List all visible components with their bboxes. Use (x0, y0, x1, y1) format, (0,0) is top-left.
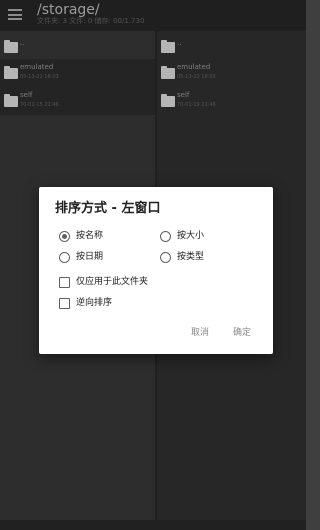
sort-dialog: 排序方式 - 左窗口 按名称 按大小 按日期 按类型 仅应用于此文件夹 逆向排序… (39, 187, 273, 354)
checkbox-icon (59, 298, 70, 309)
cancel-button[interactable]: 取消 (191, 327, 209, 339)
option-label: 按名称 (76, 231, 104, 241)
radio-selected-icon (59, 231, 70, 242)
option-label: 按日期 (76, 252, 104, 262)
option-label: 按大小 (177, 231, 205, 241)
dialog-title: 排序方式 - 左窗口 (55, 201, 161, 216)
radio-icon (160, 252, 171, 263)
ok-button[interactable]: 确定 (233, 327, 251, 339)
radio-icon (160, 231, 171, 242)
option-label: 按类型 (177, 252, 205, 262)
checkbox-label: 逆向排序 (76, 298, 113, 308)
checkbox-icon (59, 277, 70, 288)
checkbox-label: 仅应用于此文件夹 (76, 277, 149, 287)
radio-icon (59, 252, 70, 263)
